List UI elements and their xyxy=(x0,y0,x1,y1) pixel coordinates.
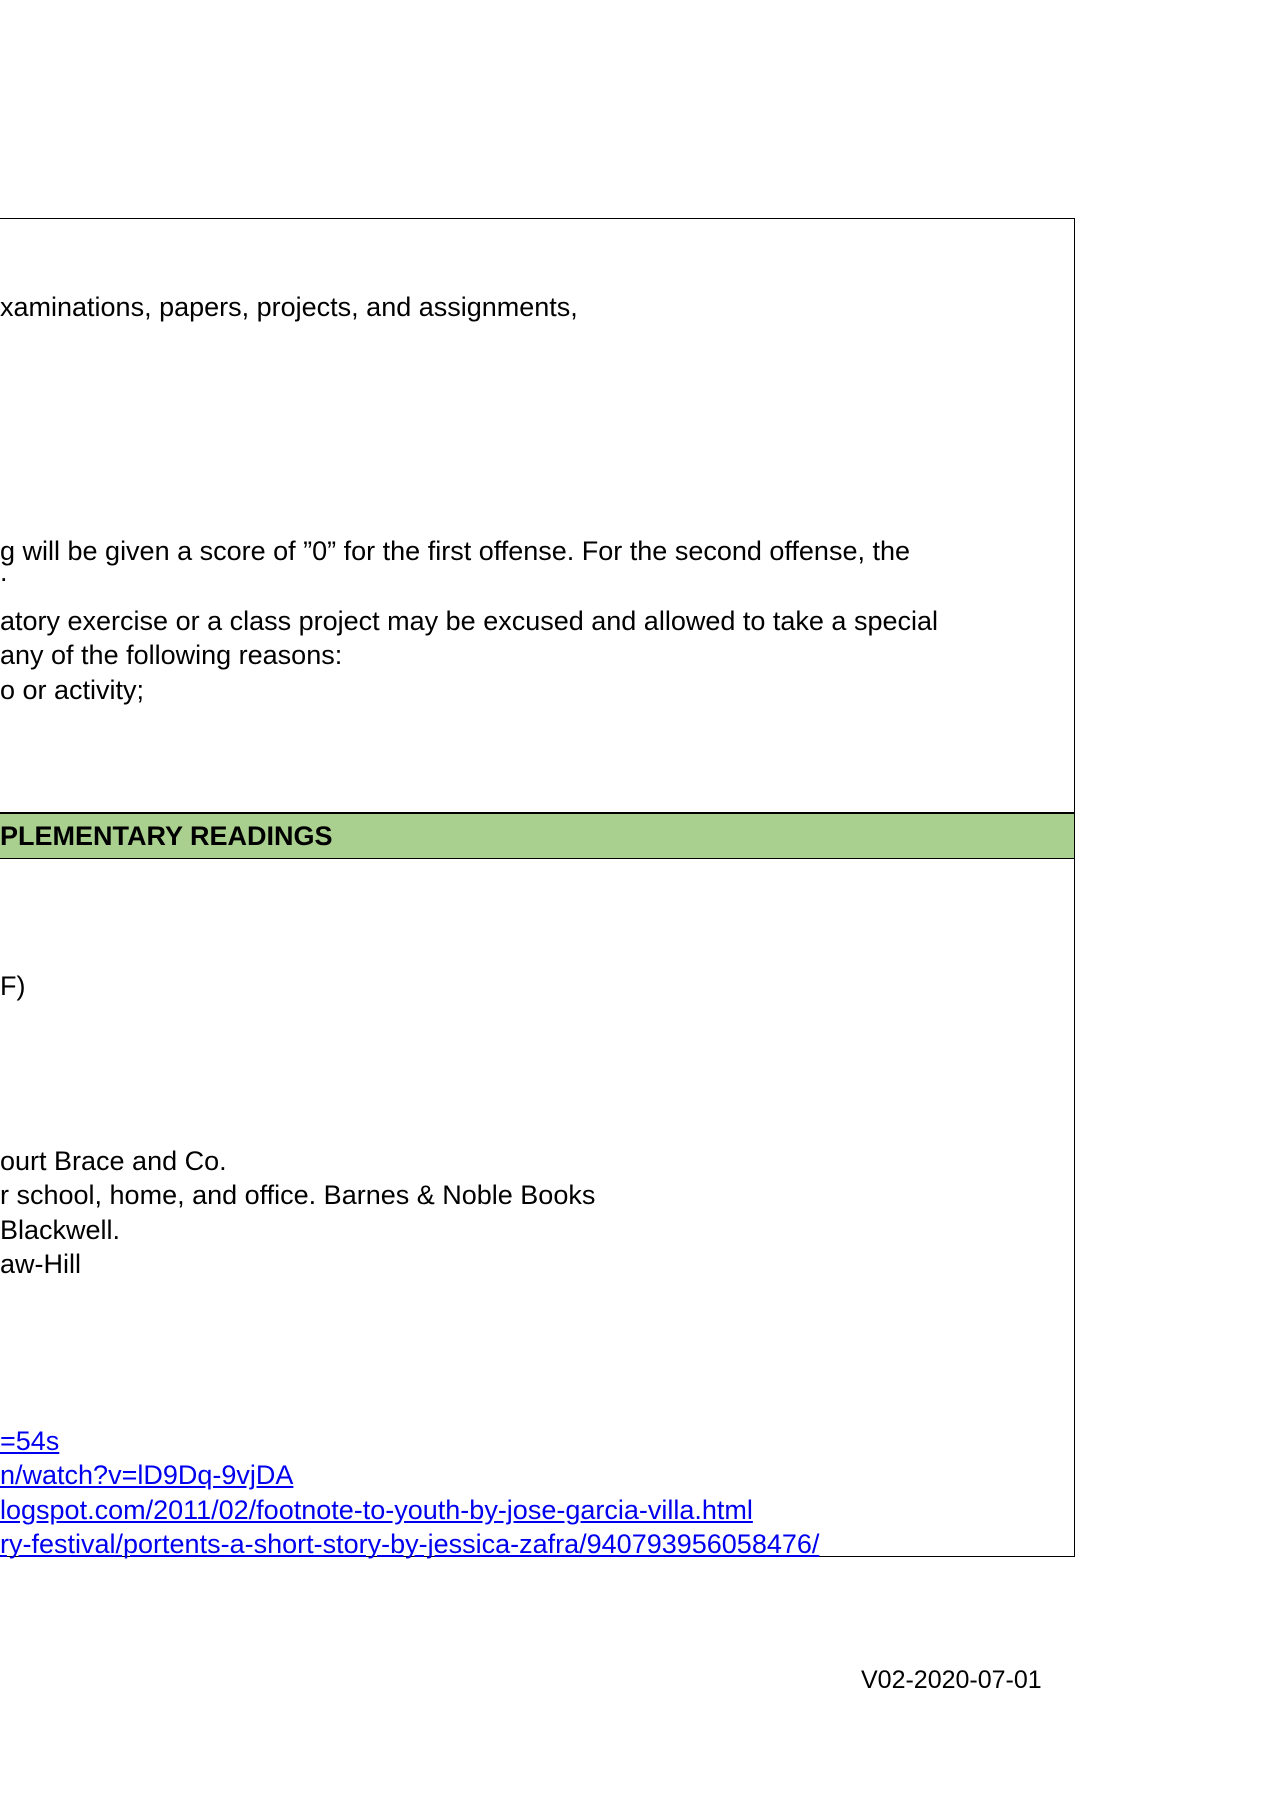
reference-link-1[interactable]: =54s xyxy=(0,1425,59,1457)
policy-line-1: xaminations, papers, projects, and assig… xyxy=(0,292,578,322)
reference-link-3[interactable]: logspot.com/2011/02/footnote-to-youth-by… xyxy=(0,1494,753,1526)
document-page: xaminations, papers, projects, and assig… xyxy=(0,0,1273,1800)
policy-line-4: atory exercise or a class project may be… xyxy=(0,606,938,636)
reference-line-4: Blackwell. xyxy=(0,1215,121,1245)
policy-line-3: . xyxy=(0,557,8,587)
reference-line-5: aw-Hill xyxy=(0,1249,81,1279)
policy-line-5: any of the following reasons: xyxy=(0,640,343,670)
policy-line-6: o or activity; xyxy=(0,675,145,705)
section-header-title: PLEMENTARY READINGS xyxy=(0,821,333,851)
reference-link-4[interactable]: ry-festival/portents-a-short-story-by-je… xyxy=(0,1528,819,1560)
reference-line-3: r school, home, and office. Barnes & Nob… xyxy=(0,1180,596,1210)
policy-line-2: g will be given a score of ”0” for the f… xyxy=(0,536,910,566)
version-label: V02-2020-07-01 xyxy=(861,1666,1042,1694)
reference-line-1: F) xyxy=(0,971,26,1001)
reference-link-2[interactable]: n/watch?v=lD9Dq-9vjDA xyxy=(0,1459,293,1491)
reference-line-2: ourt Brace and Co. xyxy=(0,1146,227,1176)
